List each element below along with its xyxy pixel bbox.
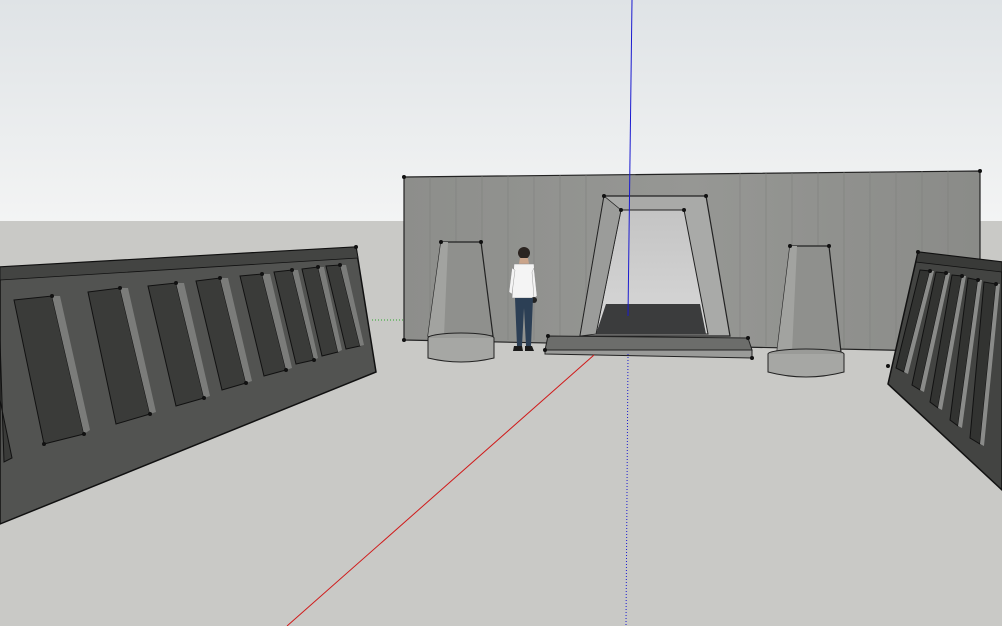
3d-scene-canvas[interactable] <box>0 0 1002 626</box>
modeling-viewport[interactable] <box>0 0 1002 626</box>
doorway-arch[interactable] <box>579 194 731 337</box>
